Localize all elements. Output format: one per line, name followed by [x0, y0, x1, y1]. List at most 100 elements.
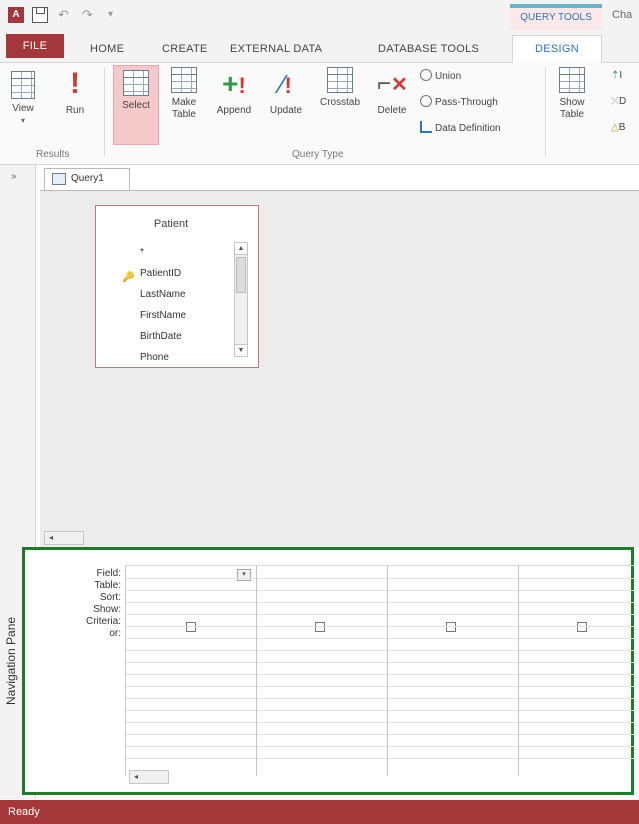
grid-line: [257, 710, 387, 711]
grid-line: [388, 602, 518, 603]
grid-column-1[interactable]: ▾: [125, 566, 256, 776]
field-list-scrollbar[interactable]: ▲ ▼: [234, 242, 248, 357]
grid-line: [519, 650, 635, 651]
grid-line: [257, 686, 387, 687]
field-lastname[interactable]: LastName: [108, 284, 232, 305]
field-all-columns[interactable]: *: [108, 242, 232, 263]
field-birthdate[interactable]: BirthDate: [108, 326, 232, 347]
tab-external-data[interactable]: EXTERNAL DATA: [230, 38, 322, 60]
delete-rows-button[interactable]: ⤫D: [611, 95, 626, 109]
crosstab-label: Crosstab: [319, 97, 360, 108]
scroll-up-icon[interactable]: ▲: [235, 243, 247, 255]
builder-button[interactable]: △B: [611, 121, 625, 135]
grid-line: [388, 638, 518, 639]
view-button[interactable]: View ▾: [8, 67, 38, 127]
select-label: Select: [122, 100, 150, 111]
crosstab-button[interactable]: Crosstab: [313, 67, 367, 109]
select-button[interactable]: Select: [113, 65, 159, 145]
grid-line: [519, 578, 635, 579]
grid-line: [257, 758, 387, 759]
grid-row-labels: Field: Table: Sort: Show: Criteria: or:: [47, 568, 121, 640]
grid-line: [257, 662, 387, 663]
make-table-button[interactable]: Make Table: [164, 67, 204, 121]
delete-button[interactable]: ⌐✕ Delete: [372, 67, 412, 117]
grid-line: [257, 578, 387, 579]
tab-create[interactable]: CREATE: [162, 38, 208, 60]
grid-column-4[interactable]: [518, 566, 635, 776]
data-definition-label: Data Definition: [435, 123, 501, 134]
save-icon[interactable]: [32, 7, 48, 23]
scroll-down-icon[interactable]: ▼: [235, 344, 247, 356]
union-button[interactable]: Union: [420, 69, 461, 84]
patient-table-box[interactable]: Patient * 🔑 PatientID LastName FirstName …: [95, 205, 259, 368]
grid-line: [519, 638, 635, 639]
delete-label: Delete: [377, 105, 407, 116]
grid-line: [257, 746, 387, 747]
update-label: Update: [269, 105, 303, 116]
customize-toolbar-icon[interactable]: ▾: [108, 7, 124, 23]
update-button[interactable]: ⁄! Update: [263, 67, 309, 117]
row-label-field: Field:: [96, 568, 121, 579]
field-dropdown-icon[interactable]: ▾: [237, 569, 251, 581]
grid-line: [519, 602, 635, 603]
grid-line: [519, 662, 635, 663]
show-checkbox-3[interactable]: [446, 622, 456, 632]
tab-database-tools[interactable]: DATABASE TOOLS: [378, 38, 479, 60]
grid-line: [126, 722, 256, 723]
qbe-design-grid[interactable]: Field: Table: Sort: Show: Criteria: or: …: [22, 547, 635, 795]
grid-column-2[interactable]: [256, 566, 387, 776]
run-button[interactable]: ! Run: [60, 67, 90, 117]
field-patientid-label: PatientID: [140, 268, 182, 279]
design-area-hscroll[interactable]: ◂: [44, 531, 84, 545]
tab-file[interactable]: FILE: [6, 34, 64, 58]
grid-hscroll[interactable]: ◂: [129, 770, 169, 784]
show-table-icon: [559, 67, 585, 93]
show-checkbox-2[interactable]: [315, 622, 325, 632]
grid-line: [388, 578, 518, 579]
grid-columns[interactable]: ▾: [125, 565, 635, 776]
nav-pane-toggle-icon[interactable]: »: [11, 171, 17, 182]
grid-line: [257, 614, 387, 615]
insert-rows-button[interactable]: ⇡I: [611, 69, 622, 83]
patient-table-title: Patient: [153, 218, 189, 230]
tab-home[interactable]: HOME: [90, 38, 124, 60]
grid-line: [388, 734, 518, 735]
field-phone[interactable]: Phone: [108, 347, 232, 368]
undo-icon[interactable]: ↶: [58, 7, 74, 23]
show-table-button[interactable]: Show Table: [552, 67, 592, 121]
grid-line: [126, 662, 256, 663]
redo-icon[interactable]: ↷: [82, 7, 98, 23]
grid-line: [126, 710, 256, 711]
grid-column-3[interactable]: [387, 566, 518, 776]
view-dropdown-icon[interactable]: ▾: [8, 115, 38, 127]
grid-line: [519, 674, 635, 675]
row-label-criteria: Criteria:: [85, 616, 121, 627]
data-definition-button[interactable]: Data Definition: [420, 121, 501, 136]
grid-line: [126, 686, 256, 687]
pass-through-button[interactable]: Pass-Through: [420, 95, 498, 110]
query1-label: Query1: [71, 173, 104, 184]
view-icon: [11, 71, 35, 99]
grid-line: [388, 614, 518, 615]
union-icon: [420, 69, 432, 81]
field-patientid[interactable]: 🔑 PatientID: [108, 263, 232, 284]
patient-field-list[interactable]: * 🔑 PatientID LastName FirstName BirthDat…: [108, 242, 232, 368]
make-table-label-2: Table: [172, 109, 196, 120]
show-checkbox-4[interactable]: [577, 622, 587, 632]
grid-line: [257, 698, 387, 699]
scroll-thumb[interactable]: [236, 257, 246, 293]
row-label-table: Table:: [94, 580, 121, 591]
grid-line: [519, 758, 635, 759]
field-firstname[interactable]: FirstName: [108, 305, 232, 326]
append-button[interactable]: +! Append: [209, 67, 259, 117]
show-checkbox-1[interactable]: [186, 622, 196, 632]
tab-design[interactable]: DESIGN: [512, 35, 602, 64]
grid-line: [257, 674, 387, 675]
run-icon: !: [70, 67, 80, 100]
tab-query1[interactable]: Query1: [44, 168, 130, 190]
make-table-label-1: Make: [171, 97, 197, 108]
view-label: View: [12, 103, 34, 114]
grid-line: [388, 698, 518, 699]
builder-icon: △: [611, 122, 619, 133]
nav-pane-label: Navigation Pane: [4, 616, 18, 705]
